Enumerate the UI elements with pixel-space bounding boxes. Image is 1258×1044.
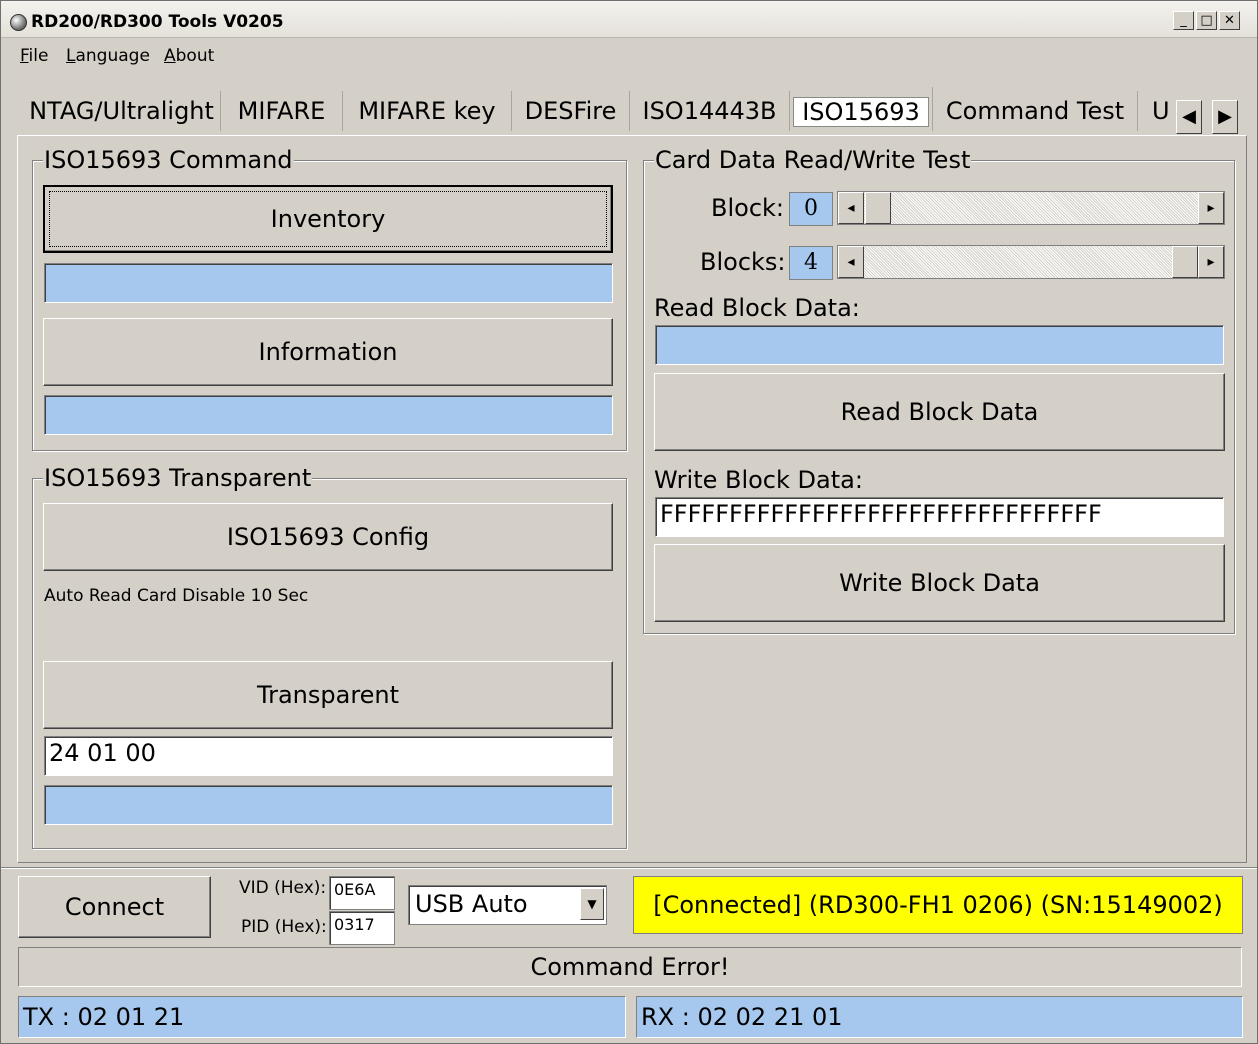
vid-label: VID (Hex): <box>239 878 327 898</box>
connection-mode-value: USB Auto <box>415 890 528 918</box>
inventory-result-field <box>44 263 613 303</box>
app-window: RD200/RD300 Tools V0205 _ □ ✕ File Langu… <box>0 0 1258 1044</box>
card-data-test-title: Card Data Read/Write Test <box>654 146 972 174</box>
blocks-label: Blocks: <box>700 248 786 276</box>
connect-button-label: Connect <box>64 893 165 921</box>
tab-mifare[interactable]: MIFARE <box>221 91 343 131</box>
blocks-scroll-thumb[interactable] <box>1172 246 1198 278</box>
app-icon <box>10 14 27 31</box>
iso15693-config-button[interactable]: ISO15693 Config <box>43 503 613 571</box>
vid-input[interactable]: 0E6A <box>329 876 395 910</box>
tab-scroll-right-icon[interactable]: ▶ <box>1212 100 1238 134</box>
bottom-separator <box>1 867 1257 869</box>
tab-desfire[interactable]: DESFire <box>512 91 630 131</box>
menu-about[interactable]: About <box>164 46 214 66</box>
tab-command-test[interactable]: Command Test <box>933 91 1138 131</box>
tab-strip: NTAG/Ultralight MIFARE MIFARE key DESFir… <box>17 85 1247 137</box>
write-block-data-button-label: Write Block Data <box>839 569 1040 597</box>
blocks-value: 4 <box>789 246 833 280</box>
tab-iso15693-label: ISO15693 <box>793 97 929 127</box>
read-block-data-field <box>655 325 1224 365</box>
tab-mifare-key[interactable]: MIFARE key <box>343 91 512 131</box>
transparent-command-input[interactable]: 24 01 00 <box>44 736 613 776</box>
window-title: RD200/RD300 Tools V0205 <box>31 12 284 32</box>
block-scroll-right-icon[interactable]: ▸ <box>1198 192 1224 224</box>
iso15693-transparent-title: ISO15693 Transparent <box>43 464 313 492</box>
information-result-field <box>44 395 613 435</box>
tab-ntag-ultralight[interactable]: NTAG/Ultralight <box>23 91 221 131</box>
read-block-data-label: Read Block Data: <box>654 294 860 322</box>
tab-iso14443b[interactable]: ISO14443B <box>630 91 790 131</box>
tab-u-truncated[interactable]: U <box>1138 91 1176 131</box>
write-block-data-input[interactable]: FFFFFFFFFFFFFFFFFFFFFFFFFFFFFFFF <box>655 497 1224 537</box>
auto-read-status: Auto Read Card Disable 10 Sec <box>44 586 309 606</box>
inventory-button[interactable]: Inventory <box>43 185 613 253</box>
iso15693-command-title: ISO15693 Command <box>43 146 294 174</box>
read-block-data-button[interactable]: Read Block Data <box>654 373 1225 451</box>
iso15693-config-button-label: ISO15693 Config <box>226 523 430 551</box>
transparent-button[interactable]: Transparent <box>43 661 613 729</box>
connection-status: [Connected] (RD300-FH1 0206) (SN:1514900… <box>633 876 1243 934</box>
tx-status: TX : 02 01 21 <box>18 996 626 1038</box>
title-bar: RD200/RD300 Tools V0205 _ □ ✕ <box>1 1 1257 38</box>
block-value: 0 <box>789 192 833 226</box>
message-status: Command Error! <box>18 947 1242 987</box>
close-button[interactable]: ✕ <box>1219 11 1240 30</box>
pid-label: PID (Hex): <box>241 917 327 937</box>
transparent-button-label: Transparent <box>256 681 400 709</box>
blocks-scrollbar[interactable]: ◂ ▸ <box>837 245 1225 279</box>
menu-language[interactable]: Language <box>66 46 150 66</box>
block-scrollbar[interactable]: ◂ ▸ <box>837 191 1225 225</box>
rx-status: RX : 02 02 21 01 <box>636 996 1243 1038</box>
pid-input[interactable]: 0317 <box>329 911 395 945</box>
write-block-data-label: Write Block Data: <box>654 466 863 494</box>
block-scroll-thumb[interactable] <box>865 192 891 224</box>
read-block-data-button-label: Read Block Data <box>840 398 1039 426</box>
tab-scroll-left-icon[interactable]: ◀ <box>1176 100 1202 134</box>
minimize-button[interactable]: _ <box>1173 11 1194 30</box>
information-button[interactable]: Information <box>43 318 613 386</box>
blocks-scroll-left-icon[interactable]: ◂ <box>838 246 864 278</box>
menu-bar: File Language About <box>1 41 1257 67</box>
connection-mode-select[interactable]: USB Auto ▼ <box>408 885 607 925</box>
transparent-result-field <box>44 785 613 825</box>
maximize-button[interactable]: □ <box>1196 11 1217 30</box>
tab-iso15693[interactable]: ISO15693 <box>790 87 933 131</box>
information-button-label: Information <box>258 338 398 366</box>
menu-file[interactable]: File <box>20 46 48 66</box>
blocks-scroll-right-icon[interactable]: ▸ <box>1198 246 1224 278</box>
connect-button[interactable]: Connect <box>18 876 211 938</box>
block-label: Block: <box>711 194 784 222</box>
block-scroll-left-icon[interactable]: ◂ <box>838 192 864 224</box>
chevron-down-icon[interactable]: ▼ <box>580 888 604 920</box>
write-block-data-button[interactable]: Write Block Data <box>654 544 1225 622</box>
